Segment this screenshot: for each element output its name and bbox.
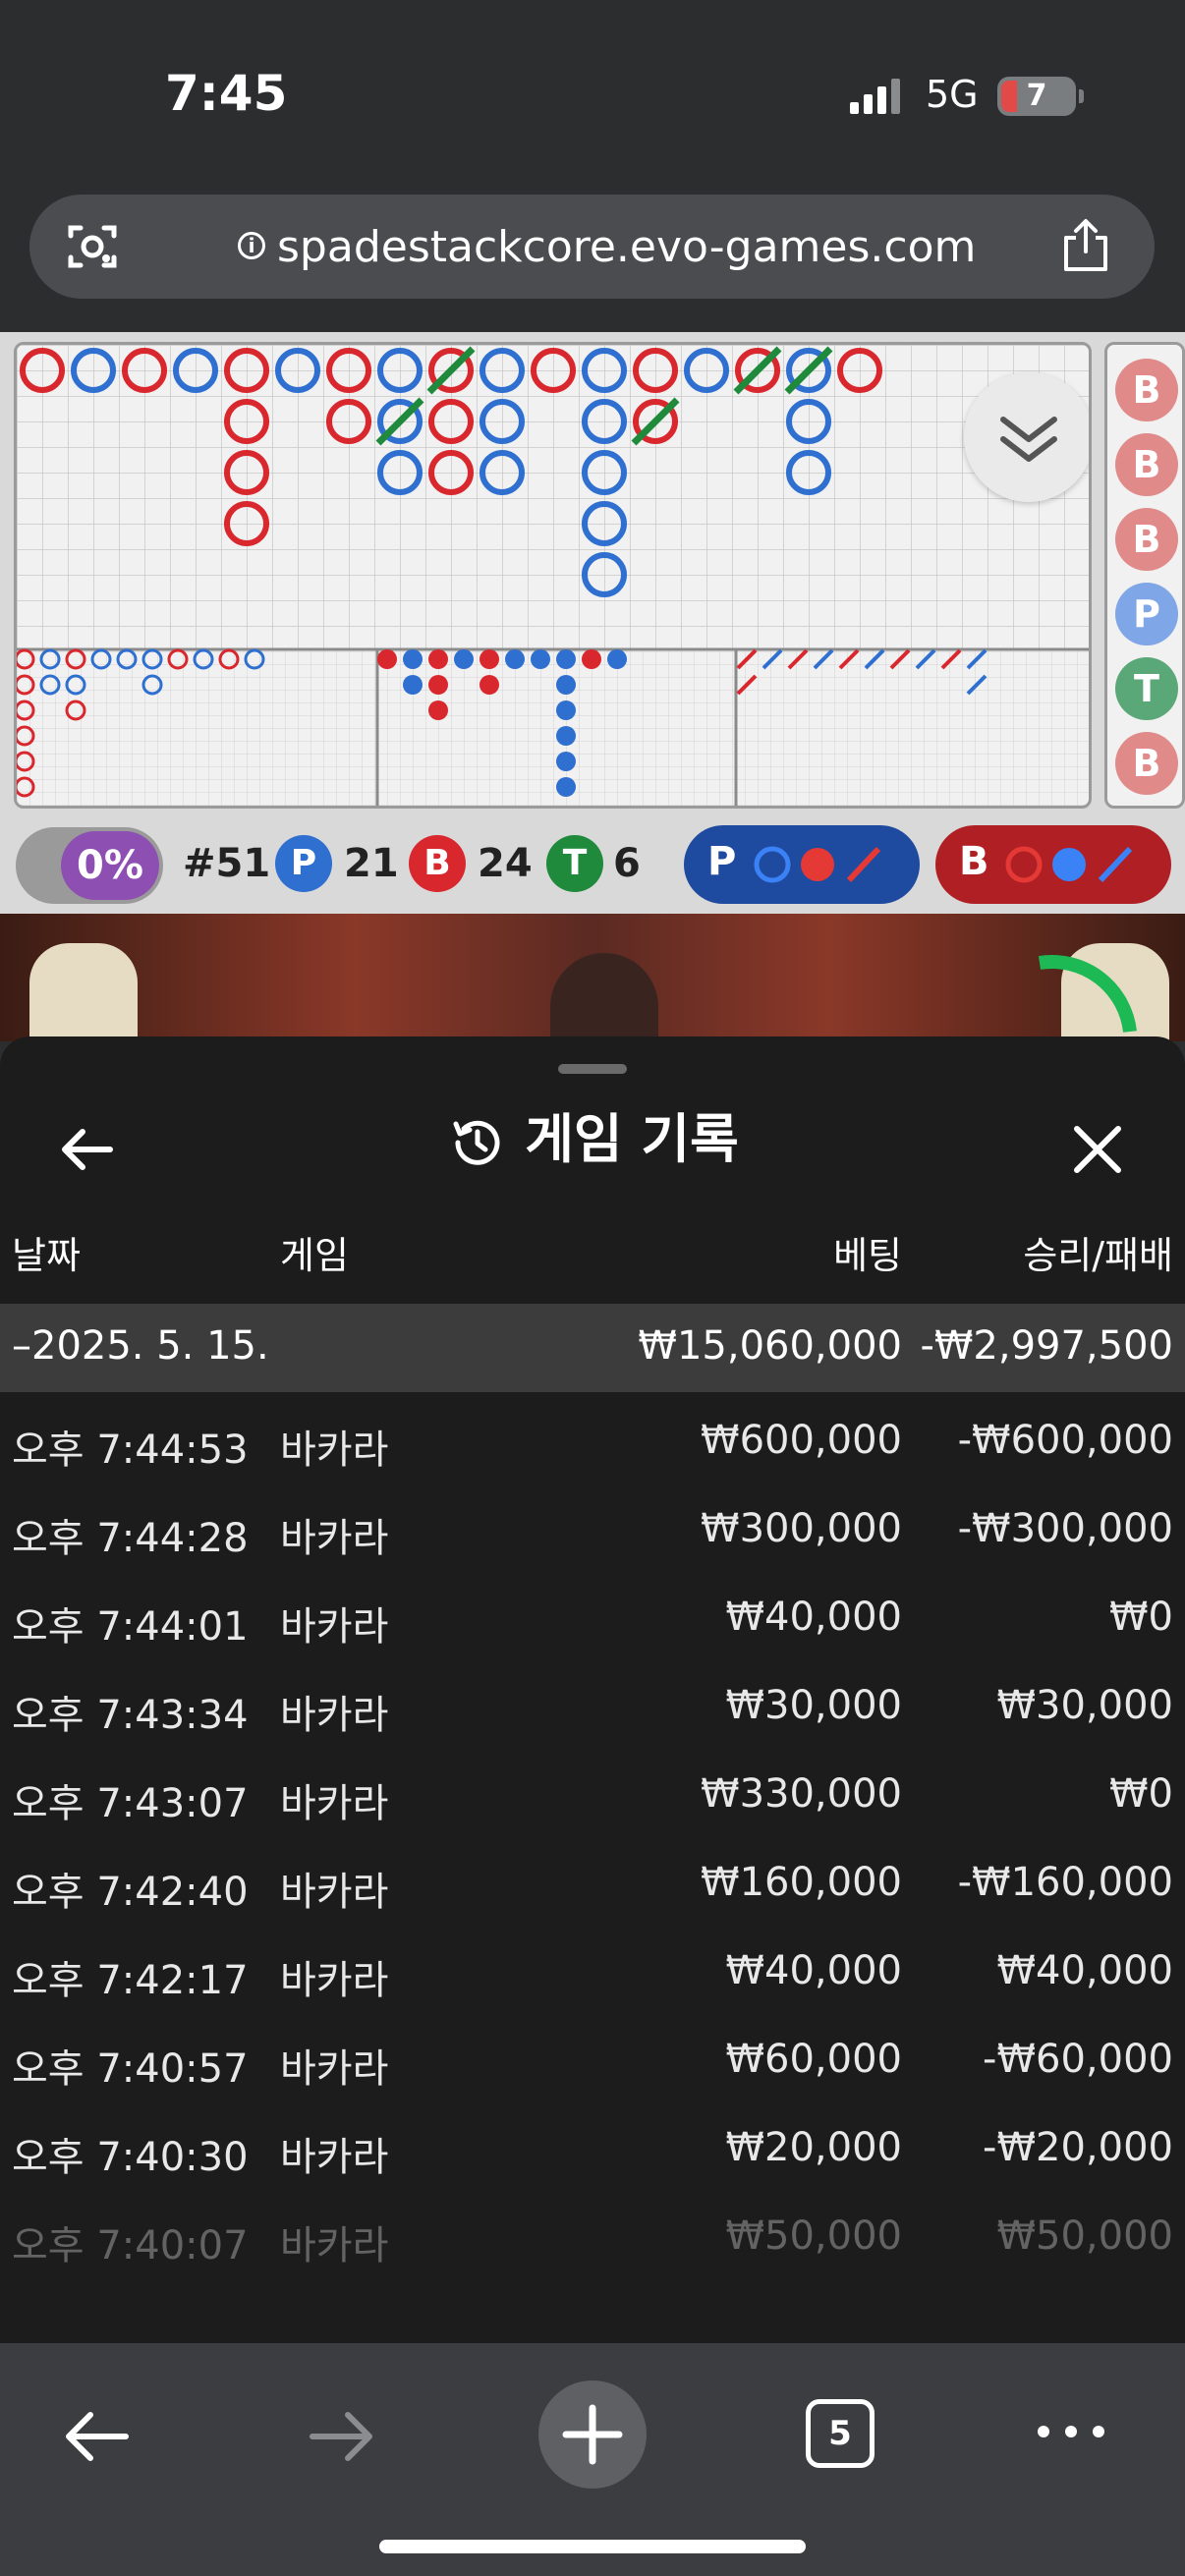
big-eye-road-mark	[403, 649, 423, 669]
day-summary-row[interactable]: –2025. 5. 15. ₩15,060,000 -₩2,997,500	[0, 1304, 1185, 1392]
side-result-4: P	[1115, 583, 1178, 645]
close-icon[interactable]	[1063, 1115, 1132, 1184]
table-row[interactable]: 오후 7:44:01 바카라 ₩40,000 ₩0	[0, 1575, 1185, 1663]
address-bar[interactable]: i spadestackcore.evo-games.com	[29, 195, 1155, 299]
more-icon[interactable]	[1032, 2417, 1110, 2446]
big-eye-road-mark	[556, 649, 576, 669]
side-result-1: B	[1115, 359, 1178, 421]
table-row[interactable]: 오후 7:42:40 바카라 ₩160,000 -₩160,000	[0, 1840, 1185, 1929]
big-eye-road-mark	[505, 649, 525, 669]
big-eye-road-mark	[556, 700, 576, 720]
table-row[interactable]: 오후 7:44:53 바카라 ₩600,000 -₩600,000	[0, 1398, 1185, 1486]
camera-search-icon[interactable]	[65, 222, 120, 271]
tab-switcher-button[interactable]: 5	[806, 2399, 875, 2468]
roadmap-panel: B B B P T B 0% #51 P 21 B 24 T 6 P B	[0, 332, 1185, 914]
new-tab-button[interactable]	[538, 2380, 647, 2489]
big-eye-road-mark	[556, 777, 576, 797]
side-result-2: B	[1115, 433, 1178, 496]
info-icon[interactable]: i	[238, 232, 265, 259]
big-eye-road-mark	[428, 675, 448, 695]
table-row[interactable]: 오후 7:40:30 바카라 ₩20,000 -₩20,000	[0, 2105, 1185, 2194]
day-win-loss-total: -₩2,997,500	[920, 1323, 1173, 1369]
header-win-loss: 승리/패배	[1023, 1234, 1173, 1277]
big-eye-road-mark	[377, 649, 397, 669]
game-history-sheet: 게임 기록 날짜 게임 베팅 승리/패배 –2025. 5. 15. ₩15,0…	[0, 1036, 1185, 2343]
player-count: 21	[344, 841, 399, 886]
side-result-5: T	[1115, 657, 1178, 720]
big-eye-road-mark	[556, 726, 576, 746]
header-bet: 베팅	[833, 1234, 902, 1277]
bead-road-grid	[14, 342, 1092, 809]
shoe-number: #51	[183, 841, 271, 886]
banker-predict-button[interactable]: B	[935, 825, 1171, 904]
home-indicator	[379, 2540, 806, 2553]
sheet-title: 게임 기록	[0, 1095, 1185, 1173]
side-result-6: B	[1115, 732, 1178, 795]
big-eye-road-mark	[556, 675, 576, 695]
tie-badge: T	[546, 835, 603, 892]
big-eye-road-mark	[428, 649, 448, 669]
big-eye-road-mark	[480, 649, 499, 669]
win-percent-toggle[interactable]: 0%	[16, 827, 163, 904]
banker-badge: B	[409, 835, 466, 892]
collapse-roadmap-button[interactable]	[964, 372, 1089, 502]
status-bar: 7:45 5G 7 i spadestackcore.evo-games.com	[0, 0, 1185, 299]
player-badge: P	[275, 835, 332, 892]
day-bet-total: ₩15,060,000	[638, 1323, 902, 1369]
table-row[interactable]: 오후 7:40:07 바카라 ₩50,000 ₩50,000	[0, 2194, 1185, 2282]
banker-count: 24	[478, 841, 533, 886]
back-icon[interactable]	[57, 2397, 136, 2476]
table-row[interactable]: 오후 7:40:57 바카라 ₩60,000 -₩60,000	[0, 2017, 1185, 2105]
big-eye-road-mark	[531, 649, 550, 669]
big-eye-road-mark	[428, 700, 448, 720]
url-text[interactable]: spadestackcore.evo-games.com	[277, 222, 976, 272]
big-eye-road-mark	[607, 649, 627, 669]
big-eye-road-mark	[556, 752, 576, 771]
big-eye-road-mark	[403, 675, 423, 695]
player-predict-button[interactable]: P	[684, 825, 920, 904]
table-row[interactable]: 오후 7:43:34 바카라 ₩30,000 ₩30,000	[0, 1663, 1185, 1752]
roadmap-svg	[17, 345, 1089, 806]
tie-count: 6	[613, 841, 641, 886]
chevron-double-down-icon	[1000, 417, 1057, 462]
forward-icon[interactable]	[303, 2397, 381, 2476]
clock: 7:45	[165, 65, 288, 122]
table-row[interactable]: 오후 7:42:17 바카라 ₩40,000 ₩40,000	[0, 1929, 1185, 2017]
banker-predict-icons	[1005, 846, 1133, 883]
table-row[interactable]: 오후 7:44:28 바카라 ₩300,000 -₩300,000	[0, 1486, 1185, 1575]
timer-ring-icon	[1038, 955, 1137, 1033]
signal-icon	[850, 79, 901, 114]
shoe-stats-bar: 0% #51 P 21 B 24 T 6 P B	[0, 815, 1185, 914]
live-video-preview	[0, 914, 1185, 1081]
next-result-column: B B B P T B	[1104, 342, 1185, 809]
side-result-3: B	[1115, 508, 1178, 571]
history-icon	[453, 1121, 500, 1166]
big-eye-road-mark	[480, 675, 499, 695]
network-label: 5G	[926, 73, 979, 116]
big-eye-road-mark	[454, 649, 474, 669]
browser-toolbar: 5	[0, 2343, 1185, 2576]
player-predict-icons	[754, 846, 881, 883]
table-row[interactable]: 오후 7:43:07 바카라 ₩330,000 ₩0	[0, 1752, 1185, 1840]
sheet-drag-handle[interactable]	[558, 1064, 627, 1074]
header-game: 게임	[280, 1234, 349, 1277]
battery-icon: 7	[997, 77, 1084, 116]
plus-icon	[562, 2404, 623, 2465]
big-eye-road-mark	[582, 649, 601, 669]
day-date: –2025. 5. 15.	[12, 1323, 269, 1369]
table-header: 날짜 게임 베팅 승리/패배	[0, 1225, 1185, 1294]
share-icon[interactable]	[1056, 216, 1115, 275]
header-date: 날짜	[12, 1234, 81, 1277]
